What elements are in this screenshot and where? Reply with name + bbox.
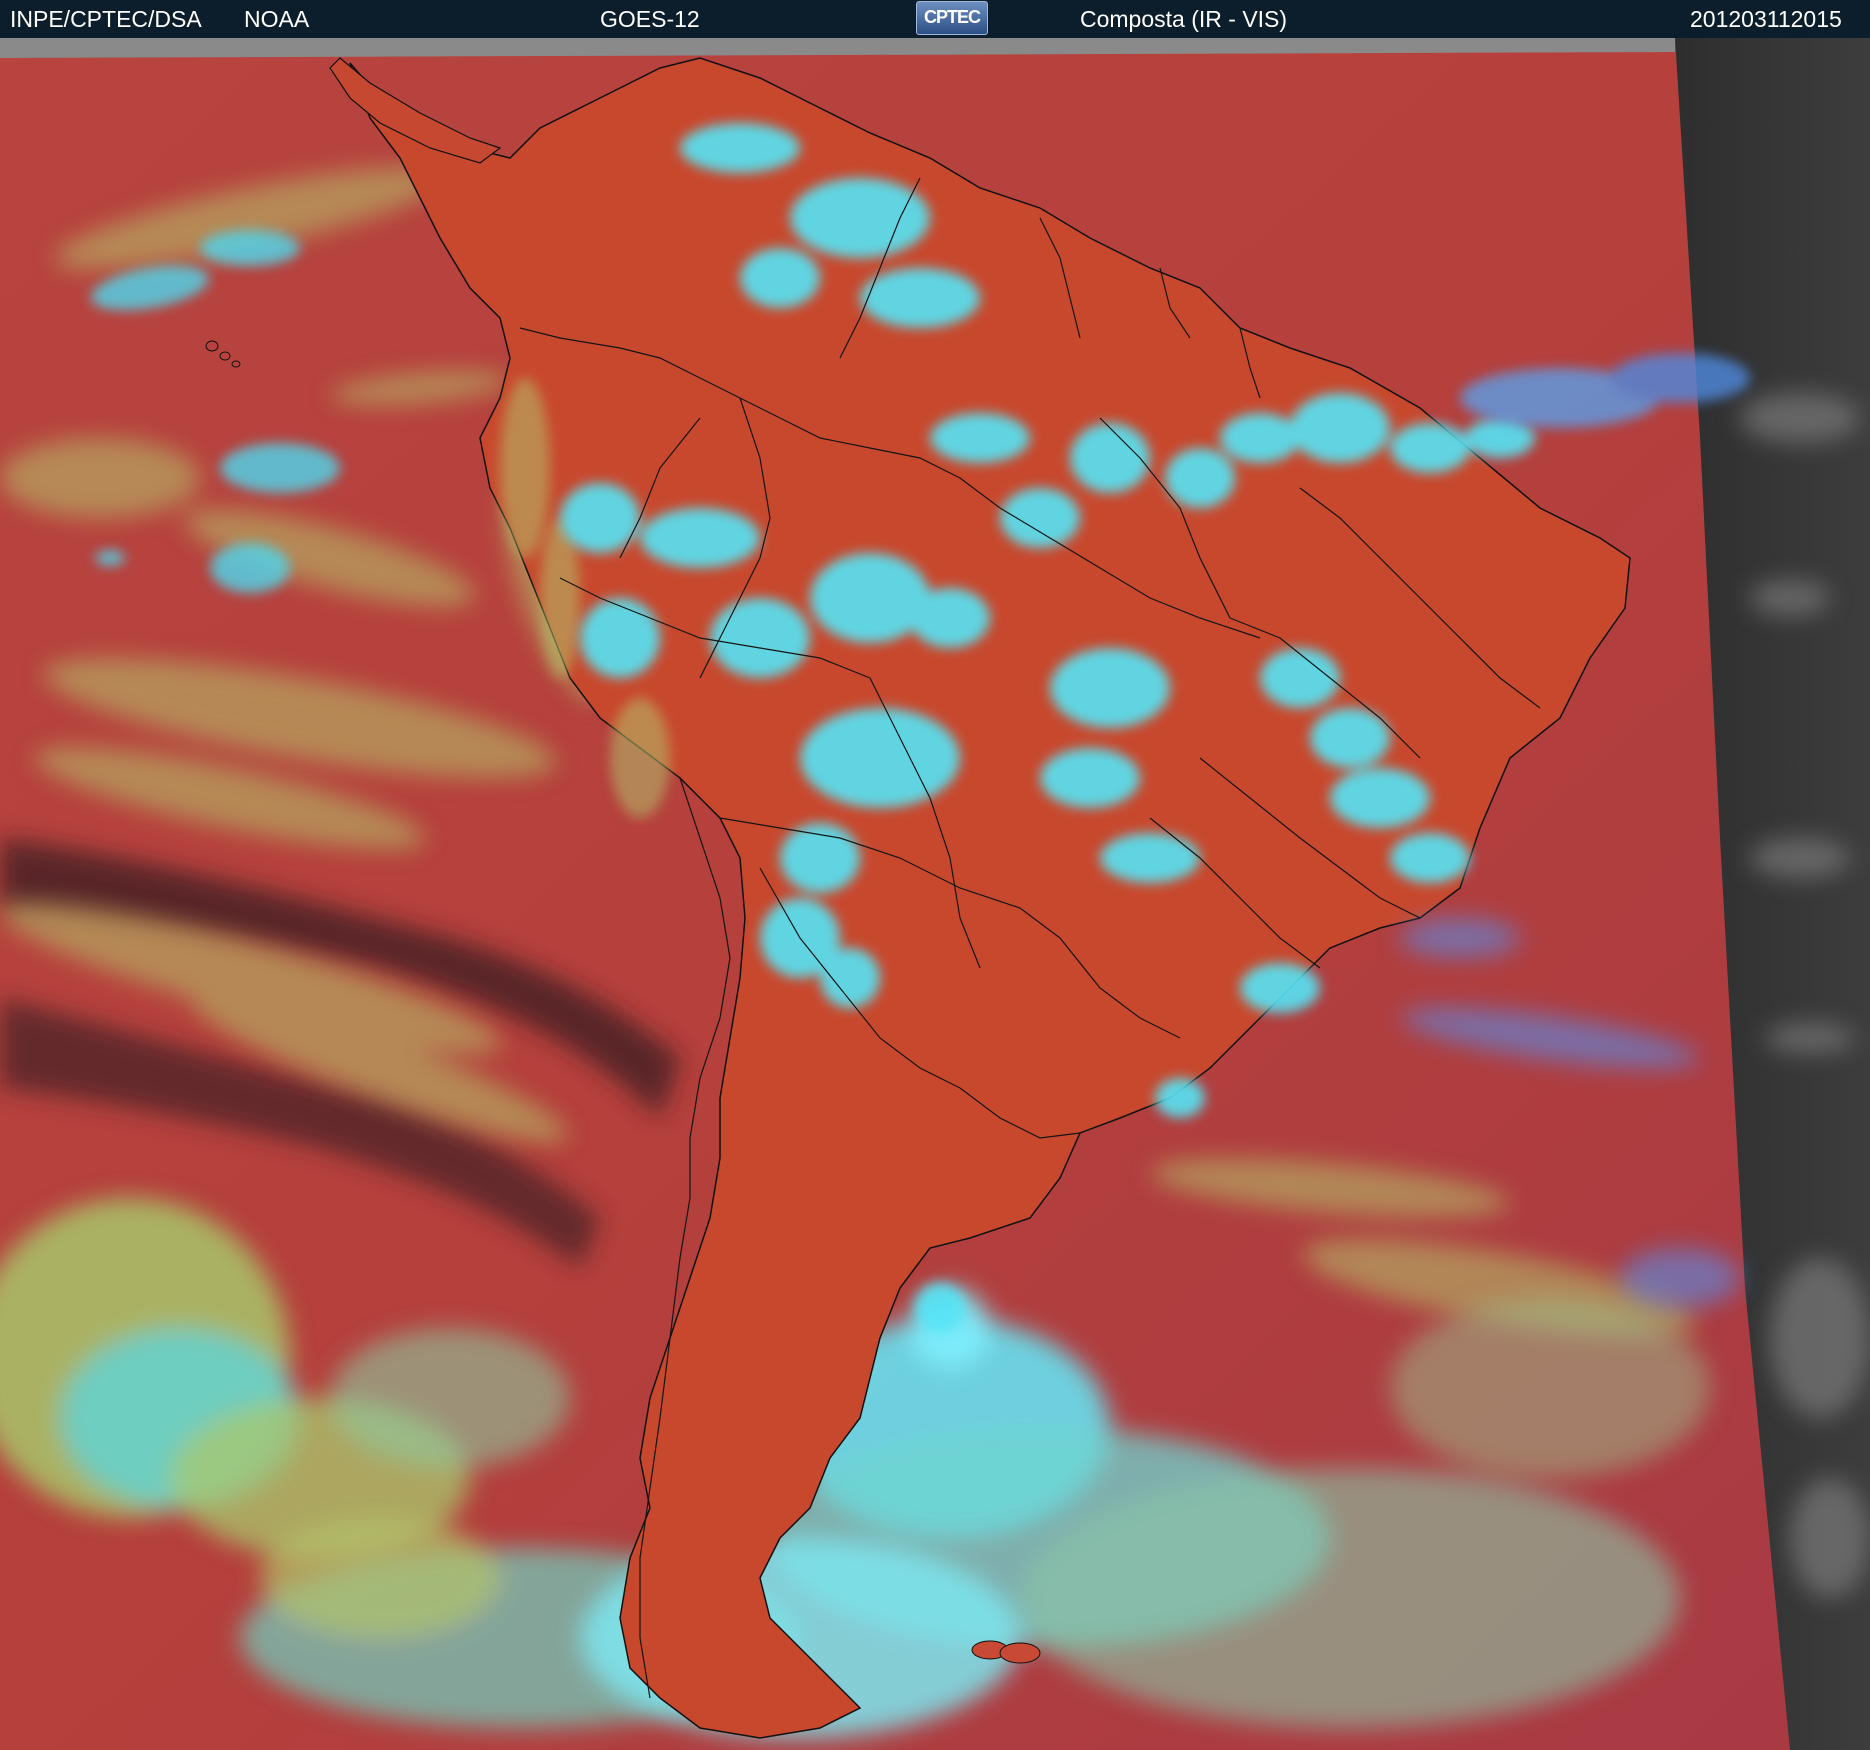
organization-label: INPE/CPTEC/DSA xyxy=(10,6,202,32)
cptec-logo: CPTEC xyxy=(916,1,988,35)
product-label: Composta (IR - VIS) xyxy=(1080,6,1288,32)
satellite-label: GOES-12 xyxy=(600,6,700,32)
satellite-composite-image xyxy=(0,38,1870,1750)
image-header-bar: INPE/CPTEC/DSA NOAA GOES-12 CPTEC Compos… xyxy=(0,0,1870,38)
agency-label: NOAA xyxy=(244,6,310,32)
timestamp-label: 201203112015 xyxy=(1690,6,1842,32)
